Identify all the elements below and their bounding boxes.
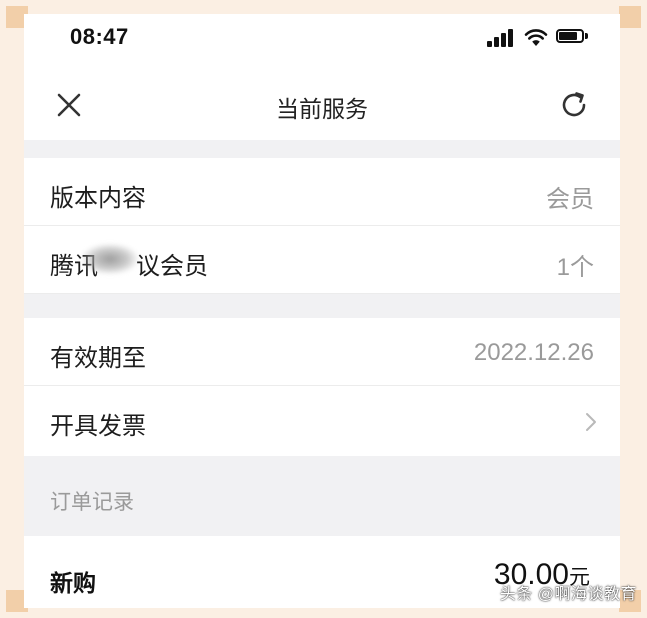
expiry-row: 有效期至 2022.12.26 [24, 318, 620, 386]
nav-bar: 当前服务 [24, 60, 620, 140]
order-records-label: 订单记录 [50, 491, 134, 514]
expiry-date: 2022.12.26 [473, 339, 594, 366]
status-time: 08:47 [70, 24, 129, 49]
page-title: 当前服务 [276, 96, 368, 122]
section-gap [24, 294, 620, 318]
status-bar: 08:47 [24, 14, 620, 60]
membership-row: 腾讯 议会员 1个 [24, 226, 620, 294]
refresh-icon[interactable] [557, 88, 591, 122]
redaction-blur [82, 244, 138, 274]
version-row: 版本内容 会员 [24, 158, 620, 226]
version-value: 会员 [546, 186, 594, 213]
watermark: 头条 @啊海谈教育 [499, 586, 637, 603]
order-records-header: 订单记录 [24, 456, 620, 536]
version-label: 版本内容 [50, 185, 146, 212]
wifi-icon [524, 29, 548, 46]
frame-corner [619, 6, 641, 28]
signal-icon [487, 29, 515, 47]
invoice-label: 开具发票 [50, 413, 146, 440]
invoice-row[interactable]: 开具发票 [24, 386, 620, 456]
phone-screen: 08:47 当前服务 版本内容 会员 腾讯 议会员 1个 有效期至 2022.1… [24, 14, 620, 608]
chevron-right-icon [586, 413, 596, 431]
order-type: 新购 [50, 570, 96, 596]
membership-count: 1个 [556, 254, 594, 281]
expiry-label: 有效期至 [50, 345, 146, 372]
battery-icon [556, 29, 590, 45]
membership-label-end: 议会员 [136, 253, 208, 280]
section-gap [24, 140, 620, 158]
